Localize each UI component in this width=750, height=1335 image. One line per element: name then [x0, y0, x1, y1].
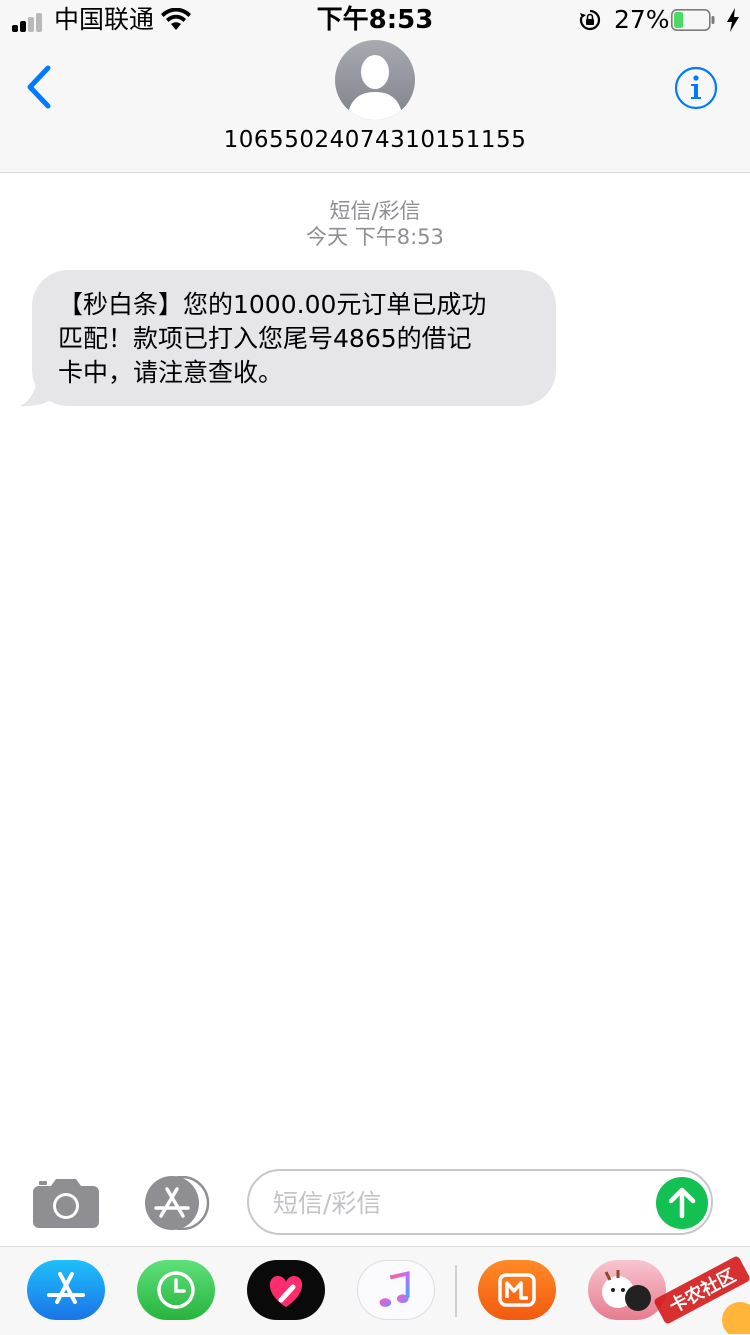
- charging-bolt-icon: [727, 8, 739, 32]
- app-store-drawer-icon[interactable]: [140, 1176, 212, 1230]
- orientation-lock-icon: [579, 9, 601, 31]
- person-silhouette-icon: [347, 55, 403, 120]
- message-timestamp: 今天 下午8:53: [306, 225, 444, 249]
- camera-icon[interactable]: [33, 1176, 99, 1228]
- message-text: 【秒白条】您的1000.00元订单已成功 匹配！款项已打入您尾号4865的借记 …: [58, 288, 538, 390]
- battery-percent: 27%: [614, 5, 670, 34]
- message-line: 匹配！款项已打入您尾号4865的借记: [58, 324, 472, 353]
- imessage-app-drawer: [0, 1246, 750, 1335]
- info-icon[interactable]: [674, 66, 718, 110]
- status-bar: 中国联通 下午8:53 27%: [0, 0, 750, 40]
- app-store-app[interactable]: [27, 1260, 105, 1320]
- contact-avatar[interactable]: [335, 40, 415, 120]
- drawer-divider: [455, 1265, 457, 1317]
- digital-touch-app[interactable]: [247, 1260, 325, 1320]
- battery-icon: [671, 9, 715, 31]
- message-input[interactable]: [273, 1186, 643, 1220]
- heart-icon: [269, 1276, 303, 1307]
- mango-tv-app[interactable]: [478, 1260, 556, 1320]
- message-composer[interactable]: [247, 1169, 713, 1235]
- service-label: 短信/彩信: [329, 199, 421, 223]
- conversation-header: 1065502407431015115​5: [0, 40, 750, 173]
- message-line: 卡中，请注意查收。: [58, 358, 284, 387]
- music-note-icon: [379, 1271, 410, 1307]
- mango-tv-icon: [498, 1273, 536, 1307]
- back-chevron-icon[interactable]: [22, 64, 56, 110]
- activity-app[interactable]: [137, 1260, 215, 1320]
- clock-icon: [157, 1271, 195, 1309]
- music-app[interactable]: [357, 1260, 435, 1320]
- contact-number[interactable]: 1065502407431015115​5: [0, 126, 750, 154]
- message-line: 【秒白条】您的1000.00元订单已成功: [58, 290, 487, 319]
- watermark-logo: 卡农社区: [654, 1256, 750, 1334]
- app-store-icon: [47, 1272, 85, 1304]
- send-arrow-icon[interactable]: [656, 1177, 708, 1229]
